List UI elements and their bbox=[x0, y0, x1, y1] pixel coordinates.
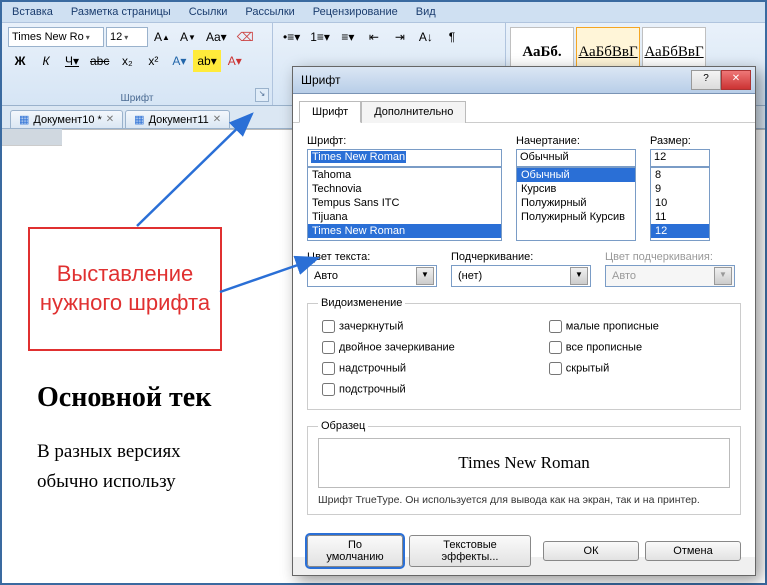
color-dropdown[interactable]: Авто▼ bbox=[307, 265, 437, 287]
italic-button[interactable]: К bbox=[34, 50, 58, 72]
numbering-button[interactable]: 1≡▾ bbox=[306, 26, 334, 48]
group-label-font: Шрифт bbox=[2, 93, 272, 104]
chk-smallcaps[interactable]: малые прописные bbox=[545, 317, 659, 336]
show-marks-button[interactable]: ¶ bbox=[440, 26, 464, 48]
font-size-combo[interactable]: 12▾ bbox=[106, 27, 148, 47]
close-button[interactable]: ✕ bbox=[721, 70, 751, 90]
clear-format-button[interactable]: ⌫ bbox=[233, 26, 258, 48]
font-item-tempus[interactable]: Tempus Sans ITC bbox=[308, 196, 501, 210]
sort-button[interactable]: A↓ bbox=[414, 26, 438, 48]
font-item-times[interactable]: Times New Roman bbox=[308, 224, 501, 238]
chk-dstrike[interactable]: двойное зачеркивание bbox=[318, 338, 455, 357]
doc-tab-1-close-icon[interactable]: ✕ bbox=[106, 114, 114, 125]
word-icon: ▦ bbox=[19, 113, 29, 126]
sample-legend: Образец bbox=[318, 420, 368, 432]
effects-legend: Видоизменение bbox=[318, 297, 405, 309]
dialog-titlebar[interactable]: Шрифт ? ✕ bbox=[293, 67, 755, 94]
size-item-10[interactable]: 10 bbox=[651, 196, 709, 210]
chk-strike[interactable]: зачеркнутый bbox=[318, 317, 455, 336]
label-style: Начертание: bbox=[516, 135, 636, 147]
dialog-tab-font[interactable]: Шрифт bbox=[299, 101, 361, 123]
doc-tab-2[interactable]: ▦ Документ11 ✕ bbox=[125, 110, 230, 128]
doc-tab-2-close-icon[interactable]: ✕ bbox=[213, 114, 221, 125]
font-listbox[interactable]: Tahoma Technovia Tempus Sans ITC Tijuana… bbox=[307, 167, 502, 241]
sample-fieldset: Образец Times New Roman Шрифт TrueType. … bbox=[307, 420, 741, 515]
ribbon-tab-references[interactable]: Ссылки bbox=[189, 6, 228, 18]
ucolor-dropdown: Авто▼ bbox=[605, 265, 735, 287]
style-item-normal[interactable]: Обычный bbox=[517, 168, 635, 182]
style-item-bolditalic[interactable]: Полужирный Курсив bbox=[517, 210, 635, 224]
cancel-button[interactable]: Отмена bbox=[645, 541, 741, 561]
dialog-title: Шрифт bbox=[301, 73, 340, 87]
ribbon-tabs: Вставка Разметка страницы Ссылки Рассылк… bbox=[2, 2, 765, 23]
size-textbox[interactable]: 12 bbox=[650, 149, 710, 167]
sample-preview: Times New Roman bbox=[318, 438, 730, 488]
font-item-technovia[interactable]: Technovia bbox=[308, 182, 501, 196]
bullets-button[interactable]: •≡▾ bbox=[279, 26, 304, 48]
shrink-font-button[interactable]: A▼ bbox=[176, 26, 200, 48]
ribbon-tab-view[interactable]: Вид bbox=[416, 6, 436, 18]
ribbon-tab-mailings[interactable]: Рассылки bbox=[245, 6, 294, 18]
bold-button[interactable]: Ж bbox=[8, 50, 32, 72]
effects-fieldset: Видоизменение зачеркнутый двойное зачерк… bbox=[307, 297, 741, 410]
size-item-8[interactable]: 8 bbox=[651, 168, 709, 182]
label-underline: Подчеркивание: bbox=[451, 251, 591, 263]
doc-body-text: В разных версиях обычно использу bbox=[37, 437, 181, 498]
doc-tab-1-label: Документ10 * bbox=[33, 114, 101, 126]
font-dialog: Шрифт ? ✕ Шрифт Дополнительно Шрифт: Tim… bbox=[292, 66, 756, 576]
chk-sub[interactable]: подстрочный bbox=[318, 380, 455, 399]
grow-font-button[interactable]: A▲ bbox=[150, 26, 174, 48]
multilevel-button[interactable]: ≡▾ bbox=[336, 26, 360, 48]
font-item-tijuana[interactable]: Tijuana bbox=[308, 210, 501, 224]
increase-indent-button[interactable]: ⇥ bbox=[388, 26, 412, 48]
help-button[interactable]: ? bbox=[691, 70, 721, 90]
set-default-button[interactable]: По умолчанию bbox=[307, 535, 403, 567]
ok-button[interactable]: ОК bbox=[543, 541, 639, 561]
label-font: Шрифт: bbox=[307, 135, 502, 147]
doc-tab-1[interactable]: ▦ Документ10 * ✕ bbox=[10, 110, 123, 128]
ribbon-tab-insert[interactable]: Вставка bbox=[12, 6, 53, 18]
chk-super[interactable]: надстрочный bbox=[318, 359, 455, 378]
ribbon-tab-review[interactable]: Рецензирование bbox=[313, 6, 398, 18]
font-note: Шрифт TrueType. Он используется для выво… bbox=[318, 494, 730, 506]
label-color: Цвет текста: bbox=[307, 251, 437, 263]
doc-heading: Основной тек bbox=[37, 382, 211, 414]
label-ucolor: Цвет подчеркивания: bbox=[605, 251, 735, 263]
dialog-tab-advanced[interactable]: Дополнительно bbox=[361, 101, 466, 123]
chk-allcaps[interactable]: все прописные bbox=[545, 338, 659, 357]
annotation-callout: Выставление нужного шрифта bbox=[28, 227, 222, 351]
size-listbox[interactable]: 8 9 10 11 12 bbox=[650, 167, 710, 241]
size-item-9[interactable]: 9 bbox=[651, 182, 709, 196]
ribbon-group-font: Times New Ro▾ 12▾ A▲ A▼ Aa▾ ⌫ Ж К Ч▾ abc… bbox=[2, 23, 273, 105]
doc-tab-2-label: Документ11 bbox=[149, 114, 209, 126]
size-item-12[interactable]: 12 bbox=[651, 224, 709, 238]
style-item-bold[interactable]: Полужирный bbox=[517, 196, 635, 210]
text-effects-button[interactable]: Текстовые эффекты... bbox=[409, 535, 531, 567]
style-textbox[interactable]: Обычный bbox=[516, 149, 636, 167]
decrease-indent-button[interactable]: ⇤ bbox=[362, 26, 386, 48]
subscript-button[interactable]: x₂ bbox=[115, 50, 139, 72]
word-icon: ▦ bbox=[134, 113, 144, 126]
underline-button[interactable]: Ч▾ bbox=[60, 50, 84, 72]
chk-hidden[interactable]: скрытый bbox=[545, 359, 659, 378]
ribbon-tab-layout[interactable]: Разметка страницы bbox=[71, 6, 171, 18]
style-listbox[interactable]: Обычный Курсив Полужирный Полужирный Кур… bbox=[516, 167, 636, 241]
font-textbox[interactable]: Times New Roman bbox=[307, 149, 502, 167]
size-item-11[interactable]: 11 bbox=[651, 210, 709, 224]
font-item-tahoma[interactable]: Tahoma bbox=[308, 168, 501, 182]
dialog-tabs: Шрифт Дополнительно bbox=[293, 94, 755, 123]
highlight-button[interactable]: ab▾ bbox=[193, 50, 220, 72]
font-dialog-launcher[interactable]: ↘ bbox=[255, 88, 269, 102]
underline-dropdown[interactable]: (нет)▼ bbox=[451, 265, 591, 287]
label-size: Размер: bbox=[650, 135, 710, 147]
strike-button[interactable]: abc bbox=[86, 50, 113, 72]
font-name-combo[interactable]: Times New Ro▾ bbox=[8, 27, 104, 47]
font-color-button[interactable]: A▾ bbox=[223, 50, 247, 72]
text-effects-button[interactable]: A▾ bbox=[167, 50, 191, 72]
change-case-button[interactable]: Aa▾ bbox=[202, 26, 231, 48]
superscript-button[interactable]: x² bbox=[141, 50, 165, 72]
style-item-italic[interactable]: Курсив bbox=[517, 182, 635, 196]
